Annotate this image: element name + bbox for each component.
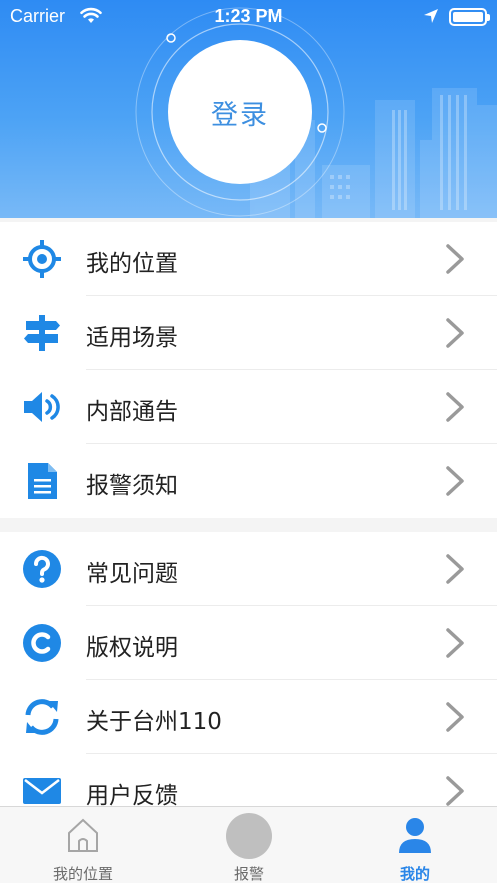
chevron-right-icon [446,244,464,274]
tab-label: 报警 [233,865,264,883]
menu-item-label: 版权说明 [86,635,178,661]
menu-item-alarm-notice[interactable]: 报警须知 [0,444,497,518]
menu-item-my-location[interactable]: 我的位置 [0,222,497,296]
mail-icon [23,778,61,804]
chevron-right-icon [446,466,464,496]
menu-item-about[interactable]: 关于台州110 [0,680,497,754]
home-icon [68,818,98,852]
speaker-icon [24,392,60,422]
login-button[interactable]: 登录 [168,40,312,184]
menu-group-primary: 我的位置 适用场景 内部通告 报警须知 [0,222,497,518]
chevron-right-icon [446,702,464,732]
location-arrow-icon [424,9,438,23]
battery-icon [449,8,490,26]
menu-group-secondary: 常见问题 版权说明 关于台州110 用户反馈 [0,532,497,806]
refresh-icon [25,699,59,735]
menu-item-label: 适用场景 [86,325,178,351]
tab-my-location[interactable]: 我的位置 [0,807,166,883]
tab-mine[interactable]: 我的 [332,807,497,883]
tab-label: 我的位置 [52,865,113,883]
menu-item-faq[interactable]: 常见问题 [0,532,497,606]
menu-item-announcements[interactable]: 内部通告 [0,370,497,444]
question-icon [23,550,61,588]
status-bar: Carrier 1:23 PM [0,0,497,36]
chevron-right-icon [446,318,464,348]
document-icon [28,463,57,499]
copyright-icon [23,624,61,662]
menu-item-copyright[interactable]: 版权说明 [0,606,497,680]
menu-item-label: 我的位置 [86,251,178,277]
signpost-icon [24,315,60,351]
chevron-right-icon [446,776,464,806]
alarm-button-icon [226,813,272,859]
user-icon [399,818,431,853]
tab-label: 我的 [399,865,430,883]
menu-item-label: 关于台州110 [86,709,222,735]
menu-item-label: 报警须知 [86,473,178,499]
menu-item-label: 常见问题 [86,561,178,587]
tab-alarm[interactable]: 报警 [166,807,332,883]
menu-item-label: 内部通告 [86,399,178,425]
tab-bar: 我的位置 报警 我的 [0,806,497,883]
chevron-right-icon [446,554,464,584]
profile-header: Carrier 1:23 PM 登录 [0,0,497,218]
menu-item-label: 用户反馈 [86,783,178,806]
chevron-right-icon [446,628,464,658]
login-label: 登录 [211,99,269,131]
location-target-icon [23,240,61,278]
chevron-right-icon [446,392,464,422]
menu-item-scenarios[interactable]: 适用场景 [0,296,497,370]
menu-item-feedback[interactable]: 用户反馈 [0,754,497,806]
